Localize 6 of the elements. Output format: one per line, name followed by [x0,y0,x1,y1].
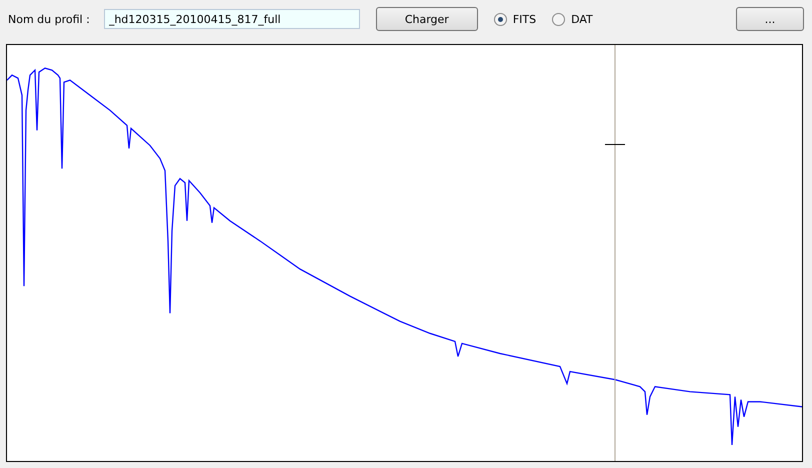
format-radio[interactable]: DAT [552,12,593,26]
profile-label: Nom du profil : [8,12,90,26]
profile-name-field[interactable]: _hd120315_20100415_817_full [104,9,360,29]
load-button[interactable]: Charger [376,7,478,31]
browse-button[interactable]: ... [736,7,804,31]
format-radio[interactable]: FITS [494,12,536,26]
